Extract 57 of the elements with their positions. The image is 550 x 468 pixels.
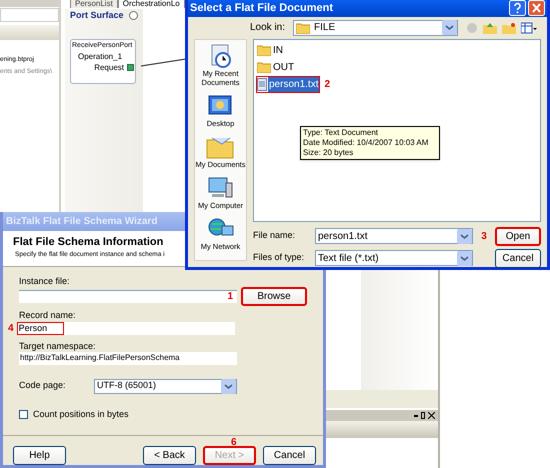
folder-icon xyxy=(296,22,310,34)
look-in-dropdown[interactable]: FILE xyxy=(293,20,458,36)
computer-icon xyxy=(206,174,234,200)
folder-icon xyxy=(257,44,271,56)
wizard-title: BizTalk Flat File Schema Wizard xyxy=(6,214,158,229)
file-name-label: File name: xyxy=(253,229,296,242)
checkbox-label: Count positions in bytes xyxy=(33,408,129,421)
tooltip-line: Date Modified: 10/4/2007 10:03 AM xyxy=(303,138,430,148)
up-folder-icon[interactable] xyxy=(483,22,498,34)
record-name-label: Record name: xyxy=(19,308,76,320)
tooltip-line: Size: 20 bytes xyxy=(303,148,354,158)
file-item[interactable]: IN xyxy=(256,42,285,58)
target-namespace-label: Target namespace: xyxy=(19,340,96,352)
code-page-label: Code page: xyxy=(19,379,67,392)
target-namespace-field[interactable]: http://BizTalkLearning.FlatFilePersonSchema xyxy=(19,352,237,364)
wizard-button[interactable]: Cancel xyxy=(263,446,316,465)
wizard-button[interactable]: < Back xyxy=(143,446,196,465)
step-number: 6 xyxy=(231,437,237,448)
tooltip-line: Type: Text Document xyxy=(303,128,379,138)
leader-line xyxy=(141,58,186,67)
new-folder-icon[interactable] xyxy=(502,22,516,34)
file-type-dropdown[interactable]: Text file (*.txt) xyxy=(315,250,473,266)
toolbar-strip xyxy=(0,25,59,40)
message-name: Request xyxy=(94,62,124,72)
view-menu-icon[interactable] xyxy=(521,22,538,34)
collapse-icon[interactable] xyxy=(129,11,138,20)
instance-file-label: Instance file: xyxy=(19,274,70,286)
folder-icon xyxy=(257,61,271,73)
instance-file-field[interactable]: 1 xyxy=(19,290,237,302)
pin-icon[interactable] xyxy=(421,412,425,419)
code-page-dropdown[interactable]: UTF-8 (65001) xyxy=(94,378,237,394)
file-item[interactable]: OUT xyxy=(256,58,296,76)
minimize-icon[interactable] xyxy=(414,414,418,416)
close-icon[interactable] xyxy=(428,412,435,419)
file-item[interactable]: person1.txt xyxy=(256,76,320,92)
look-in-label: Look in: xyxy=(250,21,286,35)
help-icon[interactable] xyxy=(509,0,526,16)
step-number: 2 xyxy=(324,78,330,92)
file-type-label: Files of type: xyxy=(253,251,306,264)
document-tab[interactable]: PersonList xyxy=(70,0,118,8)
step-number: 4 xyxy=(8,322,14,336)
wizard-heading: Flat File Schema Information xyxy=(13,236,164,249)
step-number: 3 xyxy=(481,230,487,244)
file-name-field[interactable]: person1.txt xyxy=(315,228,473,244)
dialog-title: Select a Flat File Document xyxy=(190,1,334,16)
cancel-button[interactable]: Cancel xyxy=(495,248,541,268)
document-tab[interactable]: OrchestrationLo xyxy=(118,0,185,8)
open-button[interactable]: Open xyxy=(495,226,541,246)
checkbox[interactable] xyxy=(19,410,28,419)
port-connector-icon xyxy=(127,64,134,70)
browse-button[interactable]: Browse xyxy=(241,286,307,306)
document-icon xyxy=(257,78,267,90)
wizard-button[interactable]: Help xyxy=(13,446,66,465)
step-number: 1 xyxy=(227,290,233,304)
record-name-field[interactable]: Person xyxy=(16,322,235,334)
port-surface-title: Port Surface xyxy=(70,9,124,22)
operation-name: Operation_1 xyxy=(77,50,124,62)
